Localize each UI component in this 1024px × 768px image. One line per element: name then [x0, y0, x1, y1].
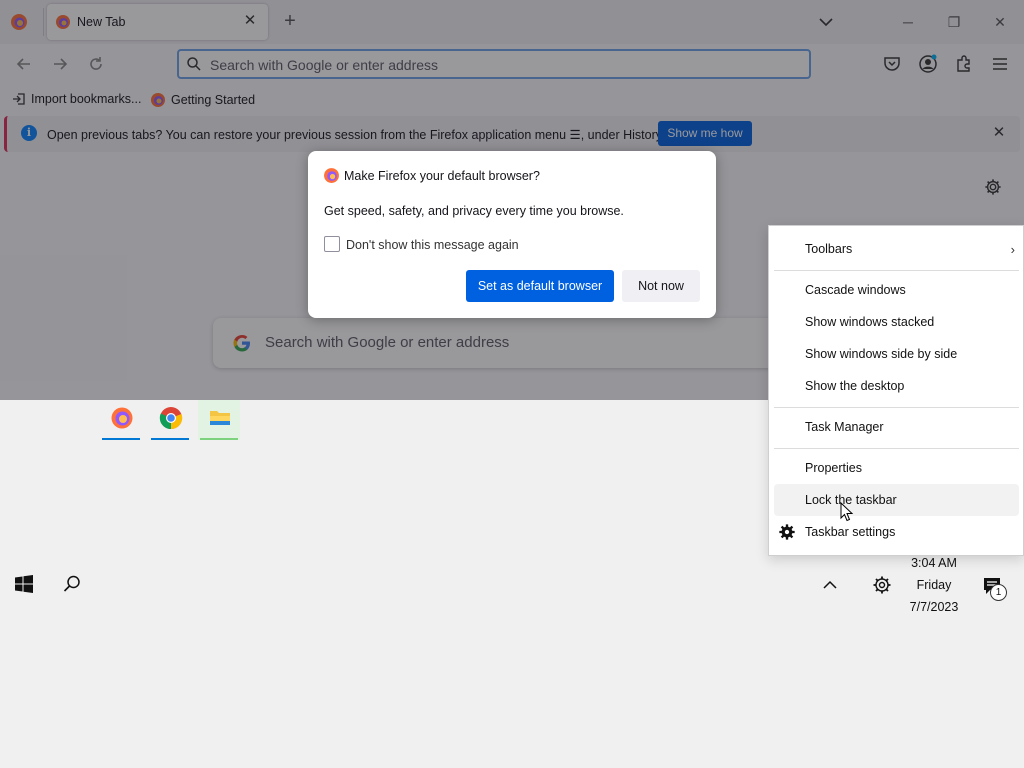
menu-item-label: Cascade windows	[805, 283, 906, 297]
menu-item-task-manager[interactable]: Task Manager	[774, 411, 1019, 443]
taskbar-app-chrome[interactable]	[149, 400, 191, 440]
active-indicator	[200, 438, 238, 440]
taskbar-pinned-apps	[100, 400, 250, 440]
taskbar-context-menu: Toolbars › Cascade windows Show windows …	[768, 225, 1024, 556]
default-browser-dialog: Make Firefox your default browser? Get s…	[308, 151, 716, 318]
menu-item-label: Taskbar settings	[805, 525, 896, 539]
taskbar-clock[interactable]: 3:04 AM Friday 7/7/2023	[900, 552, 968, 618]
menu-item-taskbar-settings[interactable]: Taskbar settings	[774, 516, 1019, 548]
notification-center-button[interactable]: 1	[980, 574, 1008, 602]
taskbar-app-firefox[interactable]	[100, 400, 142, 440]
search-icon[interactable]	[62, 574, 82, 594]
not-now-button[interactable]: Not now	[622, 270, 700, 302]
active-indicator	[151, 438, 189, 440]
gear-icon[interactable]	[872, 575, 892, 595]
menu-item-lock-the-taskbar[interactable]: Lock the taskbar	[774, 484, 1019, 516]
notification-count-badge: 1	[990, 584, 1007, 601]
firefox-icon	[111, 407, 133, 429]
mouse-cursor-icon	[840, 502, 854, 522]
menu-item-show-windows-stacked[interactable]: Show windows stacked	[774, 306, 1019, 338]
windows-start-icon[interactable]	[14, 574, 34, 594]
menu-separator	[774, 448, 1019, 449]
menu-item-label: Show windows stacked	[805, 315, 935, 329]
menu-item-label: Task Manager	[805, 420, 884, 434]
dialog-description: Get speed, safety, and privacy every tim…	[324, 204, 624, 218]
menu-item-cascade-windows[interactable]: Cascade windows	[774, 274, 1019, 306]
menu-separator	[774, 270, 1019, 271]
dont-show-again-checkbox[interactable]	[324, 236, 340, 252]
menu-item-show-the-desktop[interactable]: Show the desktop	[774, 370, 1019, 402]
chevron-right-icon: ›	[1010, 242, 1015, 257]
gear-icon	[779, 524, 795, 540]
menu-item-label: Toolbars	[805, 242, 853, 256]
menu-item-label: Show the desktop	[805, 379, 905, 393]
taskbar-app-file-explorer[interactable]	[198, 400, 240, 440]
file-explorer-icon	[210, 411, 230, 425]
clock-date: 7/7/2023	[909, 600, 959, 614]
chevron-up-icon[interactable]	[820, 575, 840, 595]
menu-item-label: Properties	[805, 461, 862, 475]
menu-item-properties[interactable]: Properties	[774, 452, 1019, 484]
firefox-icon	[324, 168, 339, 183]
set-default-browser-button[interactable]: Set as default browser	[466, 270, 614, 302]
active-indicator	[102, 438, 140, 440]
menu-item-toolbars[interactable]: Toolbars ›	[774, 233, 1019, 265]
menu-item-show-windows-side-by-side[interactable]: Show windows side by side	[774, 338, 1019, 370]
menu-item-label: Show windows side by side	[805, 347, 958, 361]
checkbox-label[interactable]: Don't show this message again	[346, 238, 519, 252]
clock-day: Friday	[916, 578, 952, 592]
menu-separator	[774, 407, 1019, 408]
chrome-icon	[159, 407, 183, 430]
dialog-title: Make Firefox your default browser?	[344, 169, 540, 183]
